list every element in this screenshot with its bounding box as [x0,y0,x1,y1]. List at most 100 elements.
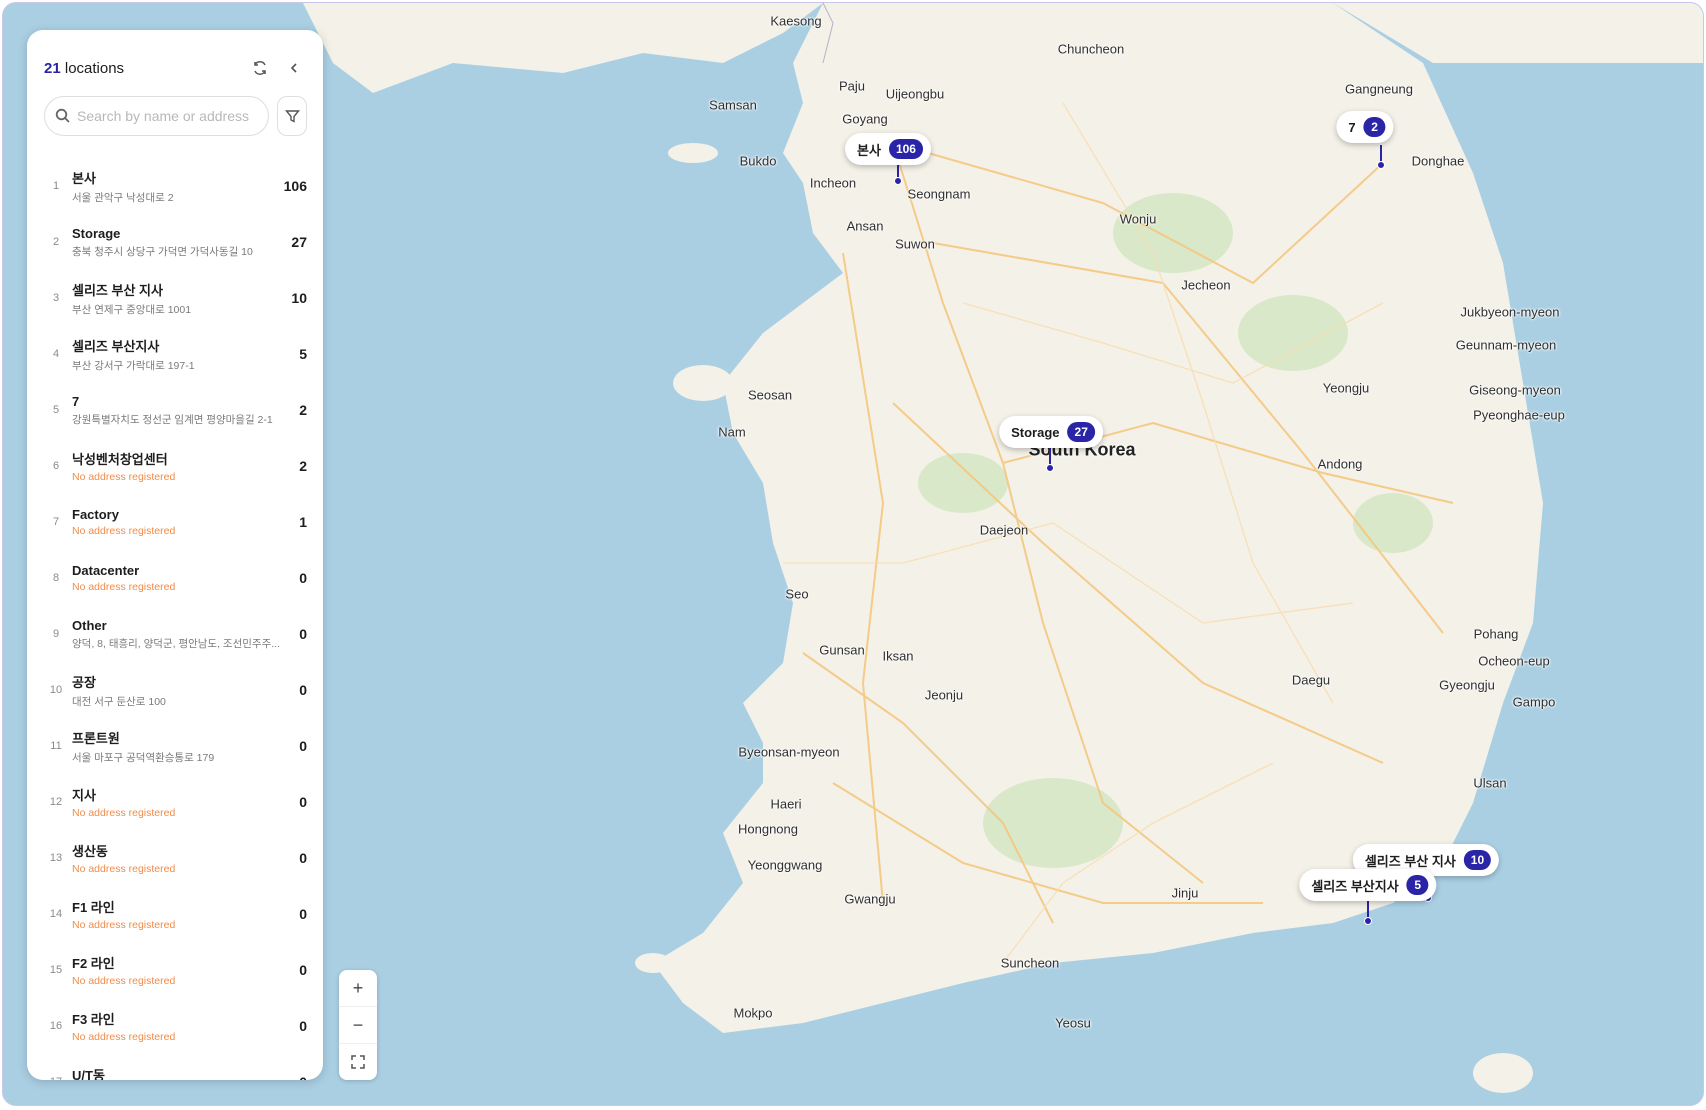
search-box[interactable] [44,96,269,136]
refresh-button[interactable] [247,55,273,81]
collapse-panel-button[interactable] [281,55,307,81]
list-item-text: 프론트원 서울 마포구 공덕역환승통로 179 [67,728,291,765]
list-item-name: F3 라인 [72,1012,115,1027]
list-item-count: 0 [299,626,307,642]
map-place-label: Gampo [1512,694,1556,710]
list-item-text: F2 라인 No address registered [67,953,291,987]
locations-count: 21 locations [44,60,124,77]
marker-label: 본사 [857,142,881,158]
map-place-label: Yeonggwang [747,857,823,873]
marker-bubble[interactable]: 본사 106 [845,133,931,165]
filter-icon [284,109,300,123]
list-item[interactable]: 7 Factory No address registered 1 [27,494,323,550]
list-item-count: 0 [299,962,307,978]
list-item-index: 15 [49,964,63,976]
list-item[interactable]: 10 공장 대전 서구 둔산로 100 0 [27,662,323,718]
list-item-name: 7 [72,393,80,409]
map-place-label: Geunnam-myeon [1455,337,1557,353]
list-item-index: 4 [52,348,60,360]
map-place-label: Wonju [1119,211,1157,227]
list-item-count: 0 [299,738,307,754]
list-item[interactable]: 3 셀리즈 부산 지사 부산 연제구 중앙대로 1001 10 [27,270,323,326]
list-item-text: F1 라인 No address registered [67,897,291,931]
list-item-address: 충북 청주시 상당구 가덕면 가덕사동길 10 [72,245,253,258]
list-item-name: 공장 [72,674,96,690]
list-item[interactable]: 12 지사 No address registered 0 [27,774,323,830]
map-place-label: Ocheon-eup [1478,653,1550,669]
list-item-name: Datacenter [72,563,140,578]
list-item-index: 5 [52,404,60,416]
map-place-label: Nam [718,424,746,440]
list-item-text: Other 양덕, 8, 태흥리, 양덕군, 평안남도, 조선민주주... [67,618,291,651]
list-item[interactable]: 17U/T동No address registered 0 [27,1054,323,1080]
list-item[interactable]: 14 F1 라인 No address registered 0 [27,886,323,942]
map-place-label: Gangneung [1345,81,1413,97]
list-item[interactable]: 8 Datacenter No address registered 0 [27,550,323,606]
marker-bubble[interactable]: 7 2 [1336,111,1394,143]
list-item-text: 생산동 No address registered [67,841,291,875]
list-item-index: 1 [52,180,60,192]
list-item-count: 5 [299,346,307,362]
map-place-label: Haeri [770,796,802,812]
list-item-index: 10 [49,684,63,696]
list-item-text: 낙성벤처창업센터 No address registered [67,449,291,483]
list-item-count: 10 [291,290,307,306]
list-item[interactable]: 16 F3 라인 No address registered 0 [27,998,323,1054]
zoom-in-button[interactable]: + [339,970,377,1006]
map-place-label: Yeongju [1322,380,1370,396]
map-place-label: Yeosu [1055,1015,1091,1031]
list-item-address: No address registered [72,919,176,931]
list-item-address: 부산 강서구 가락대로 197-1 [72,359,195,372]
list-item-index: 17 [45,1076,67,1080]
list-item[interactable]: 4 셀리즈 부산지사 부산 강서구 가락대로 197-1 5 [27,326,323,382]
list-item-count: 1 [299,514,307,530]
list-item-address: 부산 연제구 중앙대로 1001 [72,303,192,316]
map-place-label: Jeonju [924,687,964,703]
marker-bubble[interactable]: 셀리즈 부산지사 5 [1299,869,1437,901]
map-place-label: Gyeongju [1439,677,1495,693]
marker-label: Storage [1011,424,1060,440]
search-icon [55,108,70,123]
list-item[interactable]: 9 Other 양덕, 8, 태흥리, 양덕군, 평안남도, 조선민주주... 0 [27,606,323,662]
map-place-label: Gwangju [844,891,896,907]
list-item-text: Storage 충북 청주시 상당구 가덕면 가덕사동길 10 [67,226,283,259]
list-item[interactable]: 1 본사 서울 관악구 낙성대로 2 106 [27,158,323,214]
list-item-count: 2 [299,458,307,474]
minus-icon: − [352,1014,364,1035]
map-place-label: Seongnam [907,186,971,202]
marker-label: 7 [1348,119,1356,135]
list-item-index: 7 [52,516,60,528]
locations-count-number: 21 [44,59,61,77]
list-item-text: 본사 서울 관악구 낙성대로 2 [67,168,276,205]
list-item-count: 106 [283,178,307,194]
list-item-name: F2 라인 [72,956,115,971]
list-item[interactable]: 5 7 강원특별자치도 정선군 임계면 평양마을길 2-1 2 [27,382,323,438]
marker-count-badge: 2 [1363,117,1386,137]
list-item-name: 프론트원 [72,730,120,746]
map-place-label: Hongnong [738,821,798,837]
zoom-out-button[interactable]: − [339,1006,377,1043]
map-place-label: Giseong-myeon [1469,382,1561,398]
filter-button[interactable] [277,96,307,136]
list-item[interactable]: 6 낙성벤처창업센터 No address registered 2 [27,438,323,494]
search-input[interactable] [77,108,258,124]
marker-label: 셀리즈 부산지사 [1311,878,1399,894]
list-item-text: 7 강원특별자치도 정선군 임계면 평양마을길 2-1 [67,394,291,427]
map-place-label: Gunsan [819,642,865,658]
list-item-text: U/T동No address registered [67,1065,291,1080]
list-item-address: 대전 서구 둔산로 100 [72,695,166,708]
list-item-count: 0 [299,794,307,810]
marker-label: 셀리즈 부산 지사 [1364,853,1456,869]
list-item[interactable]: 13 생산동 No address registered 0 [27,830,323,886]
map-place-label: Jukbyeon-myeon [1460,304,1560,320]
list-item[interactable]: 2 Storage 충북 청주시 상당구 가덕면 가덕사동길 10 27 [27,214,323,270]
map-app: Kaesong Chuncheon Paju Uijeongbu Samsan … [2,2,1704,1106]
fullscreen-button[interactable] [339,1043,377,1080]
list-item[interactable]: 15 F2 라인 No address registered 0 [27,942,323,998]
list-item[interactable]: 11 프론트원 서울 마포구 공덕역환승통로 179 0 [27,718,323,774]
list-item-text: Datacenter No address registered [67,563,291,593]
list-item-index: 13 [49,852,63,864]
locations-panel: 21 locations Search by name or address 1… [27,30,323,1080]
marker-bubble[interactable]: Storage 27 [999,416,1103,448]
list-item-index: 6 [52,460,60,472]
